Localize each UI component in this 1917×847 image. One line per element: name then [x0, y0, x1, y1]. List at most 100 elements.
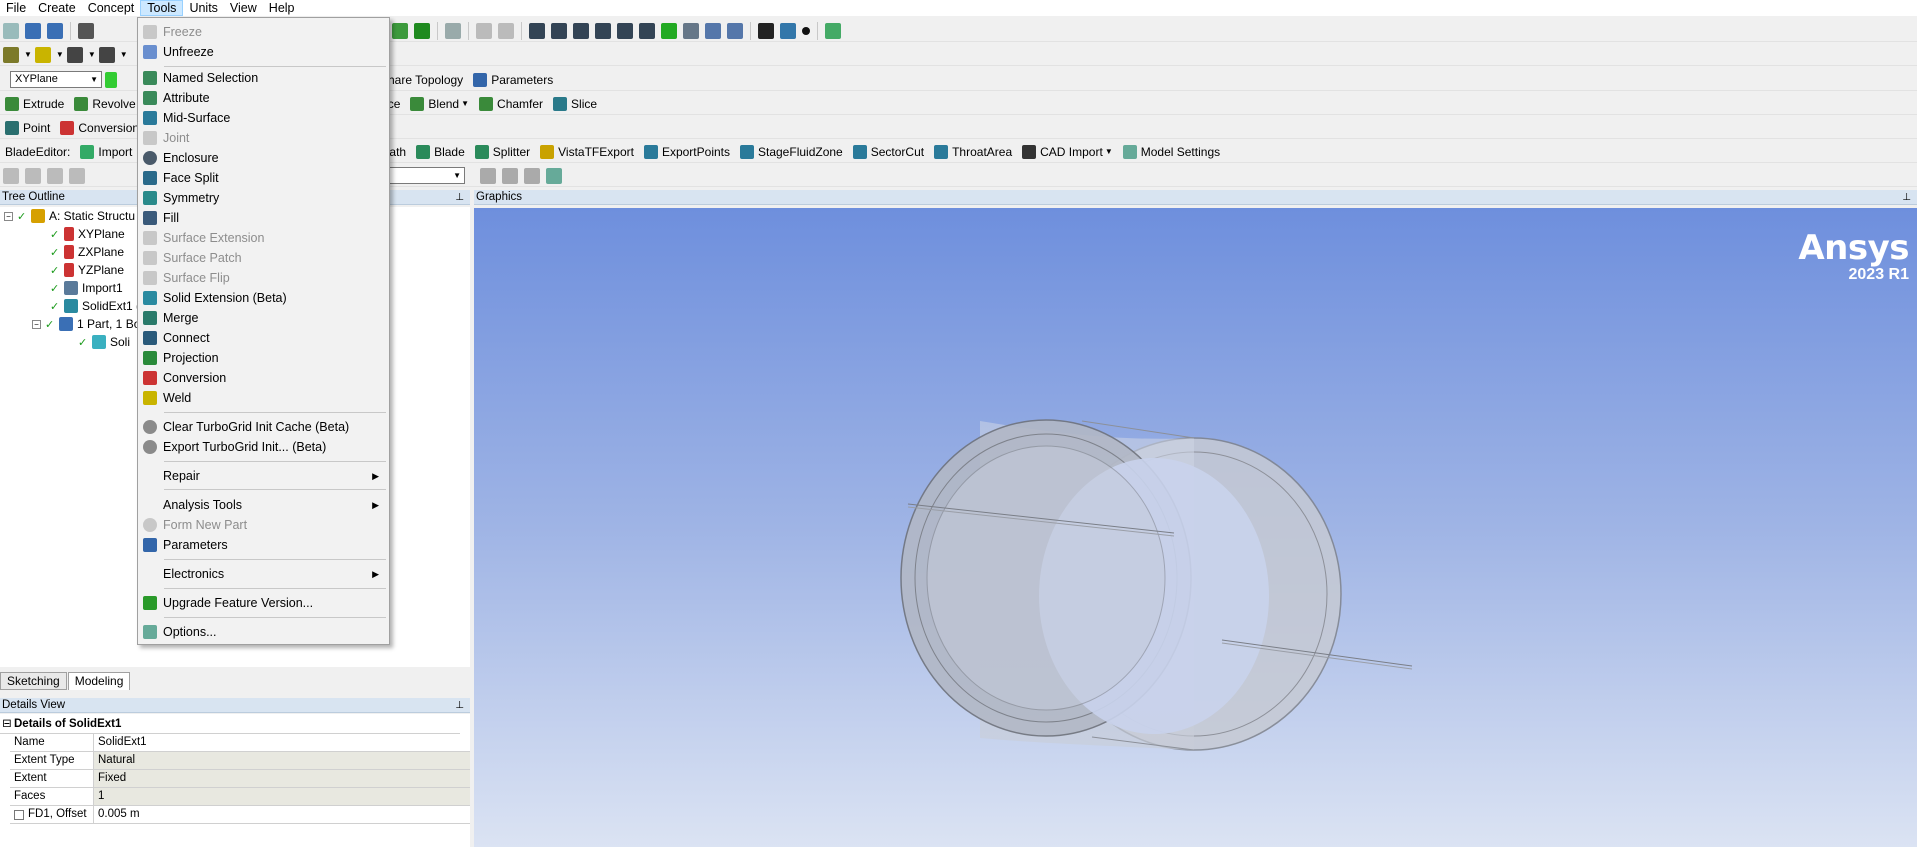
parameter-checkbox[interactable]	[14, 809, 24, 820]
menu-item-surface-flip[interactable]: Surface Flip	[138, 268, 389, 288]
sketch-copy-icon[interactable]	[524, 167, 540, 184]
pipe-model[interactable]	[474, 208, 1917, 847]
zoom-icon[interactable]	[573, 22, 589, 39]
menu-item-mid-surface[interactable]: Mid-Surface	[138, 108, 389, 128]
new-plane-icon[interactable]	[105, 71, 117, 88]
menu-item-unfreeze[interactable]: Unfreeze	[138, 42, 389, 62]
details-row[interactable]: Faces 1	[10, 788, 470, 806]
triad-icon[interactable]	[758, 22, 774, 39]
menu-item-repair[interactable]: Repair ▶	[138, 466, 389, 486]
menu-help[interactable]: Help	[263, 0, 301, 16]
import-button[interactable]: Import	[75, 142, 137, 162]
line-icon[interactable]	[98, 46, 115, 63]
magnifier-icon[interactable]	[683, 22, 699, 39]
modelsettings-button[interactable]: Model Settings	[1118, 142, 1225, 162]
display-plane-icon[interactable]	[780, 22, 796, 39]
chamfer-button[interactable]: Chamfer	[474, 94, 548, 114]
menu-item-analysis-tools[interactable]: Analysis Tools ▶	[138, 495, 389, 515]
previous-view-icon[interactable]	[705, 22, 721, 39]
save-icon[interactable]	[25, 22, 41, 39]
zoom-in-icon[interactable]	[661, 22, 677, 39]
collapse-icon[interactable]: ⊟	[0, 716, 14, 733]
select-edge-icon[interactable]	[414, 22, 430, 39]
cadimport-button[interactable]: CAD Import ▼	[1017, 142, 1118, 162]
menu-item-symmetry[interactable]: Symmetry	[138, 188, 389, 208]
menu-item-attribute[interactable]: Attribute	[138, 88, 389, 108]
pin-icon[interactable]: ⊥	[1902, 190, 1911, 205]
conversion-button[interactable]: Conversion	[55, 118, 144, 138]
details-value[interactable]: Fixed	[94, 770, 470, 787]
menu-item-conversion[interactable]: Conversion	[138, 368, 389, 388]
sketch-tool-icon[interactable]	[3, 167, 19, 184]
extrude-button[interactable]: Extrude	[0, 94, 69, 114]
sketch-tool-icon[interactable]	[47, 167, 63, 184]
display-point-icon[interactable]	[802, 26, 810, 35]
next-view-icon[interactable]	[727, 22, 743, 39]
parameters-button[interactable]: Parameters	[468, 70, 558, 90]
menu-item-electronics[interactable]: Electronics ▶	[138, 564, 389, 584]
save-as-icon[interactable]	[47, 22, 63, 39]
sketch-tool-icon[interactable]	[25, 167, 41, 184]
tree-node-body[interactable]: ✓ Soli	[78, 333, 130, 351]
menu-item-named-selection[interactable]: Named Selection	[138, 68, 389, 88]
menu-item-solid-extension[interactable]: Solid Extension (Beta)	[138, 288, 389, 308]
pin-icon[interactable]: ⊥	[455, 190, 464, 205]
splitter-button[interactable]: Splitter	[470, 142, 535, 162]
tab-sketching[interactable]: Sketching	[0, 672, 67, 690]
menu-item-surface-extension[interactable]: Surface Extension	[138, 228, 389, 248]
throatarea-button[interactable]: ThroatArea	[929, 142, 1017, 162]
collapse-icon[interactable]: −	[4, 211, 13, 221]
zoom-fit-icon[interactable]	[617, 22, 633, 39]
tree-node-zxplane[interactable]: ✓ ZXPlane	[50, 243, 124, 261]
pin-icon[interactable]: ⊥	[455, 698, 464, 713]
box-select-icon[interactable]	[476, 22, 492, 39]
paint-select-icon[interactable]	[498, 22, 514, 39]
plane-select[interactable]: XYPlane ▼	[10, 71, 102, 88]
menu-item-parameters[interactable]: Parameters	[138, 535, 389, 555]
details-value[interactable]: SolidExt1	[94, 734, 470, 751]
blade-button[interactable]: Blade	[411, 142, 470, 162]
menu-concept[interactable]: Concept	[82, 0, 141, 16]
selection-filter-icon[interactable]	[445, 22, 461, 39]
details-value[interactable]: 0.005 m	[94, 806, 470, 823]
details-group-header[interactable]: ⊟ Details of SolidExt1	[0, 716, 460, 734]
menu-item-projection[interactable]: Projection	[138, 348, 389, 368]
chevron-down-icon[interactable]: ▼	[24, 50, 32, 59]
sketch-check-icon[interactable]	[546, 167, 562, 184]
menu-item-enclosure[interactable]: Enclosure	[138, 148, 389, 168]
sketch-edit-icon[interactable]	[502, 167, 518, 184]
graphics-viewport[interactable]: Ansys 2023 R1	[474, 208, 1917, 847]
edge-display-icon[interactable]	[66, 46, 83, 63]
point-button[interactable]: Point	[0, 118, 55, 138]
tree-node-solidext1[interactable]: ✓ SolidExt1 (	[50, 297, 140, 315]
tree-node-root[interactable]: − ✓ A: Static Structu	[4, 207, 135, 225]
screenshot-icon[interactable]	[78, 22, 94, 39]
menu-item-options[interactable]: Options...	[138, 622, 389, 642]
menu-item-fill[interactable]: Fill	[138, 208, 389, 228]
new-icon[interactable]	[3, 22, 19, 39]
select-face-icon[interactable]	[392, 22, 408, 39]
tab-modeling[interactable]: Modeling	[67, 672, 131, 690]
tree-node-import1[interactable]: ✓ Import1	[50, 279, 123, 297]
menu-create[interactable]: Create	[32, 0, 82, 16]
chevron-down-icon[interactable]: ▼	[88, 50, 96, 59]
menu-item-joint[interactable]: Joint	[138, 128, 389, 148]
details-row[interactable]: Name SolidExt1	[10, 734, 470, 752]
zoom-window-icon[interactable]	[639, 22, 655, 39]
menu-units[interactable]: Units	[183, 0, 223, 16]
menu-item-weld[interactable]: Weld	[138, 388, 389, 408]
menu-item-face-split[interactable]: Face Split	[138, 168, 389, 188]
details-value[interactable]: Natural	[94, 752, 470, 769]
chevron-down-icon[interactable]: ▼	[56, 50, 64, 59]
sketch-new-icon[interactable]	[480, 167, 496, 184]
blend-button[interactable]: Blend ▼	[405, 94, 474, 114]
look-at-icon[interactable]	[825, 22, 841, 39]
details-row[interactable]: FD1, Offset 0.005 m	[10, 806, 470, 824]
revolve-button[interactable]: Revolve	[69, 94, 140, 114]
menu-item-freeze[interactable]: Freeze	[138, 22, 389, 42]
menu-item-merge[interactable]: Merge	[138, 308, 389, 328]
sketch-tool-icon[interactable]	[69, 167, 85, 184]
collapse-icon[interactable]: −	[32, 319, 41, 329]
rotate-icon[interactable]	[529, 22, 545, 39]
menu-item-export-turbogrid[interactable]: Export TurboGrid Init... (Beta)	[138, 437, 389, 457]
